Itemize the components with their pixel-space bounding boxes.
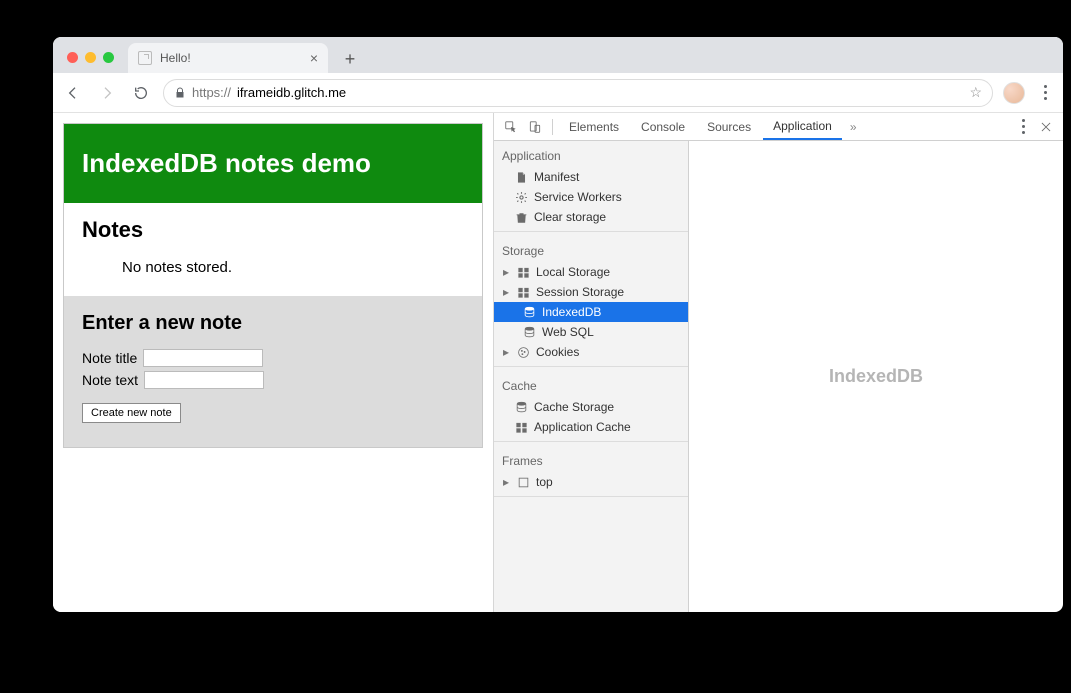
close-devtools-icon[interactable]	[1035, 116, 1057, 138]
tab-elements[interactable]: Elements	[559, 113, 629, 140]
grid-icon	[514, 420, 528, 434]
note-title-input[interactable]	[143, 349, 263, 367]
close-window-icon[interactable]	[67, 52, 78, 63]
window-controls	[61, 52, 120, 73]
sidebar-item-manifest[interactable]: Manifest	[494, 167, 688, 187]
sidebar-item-application-cache[interactable]: Application Cache	[494, 417, 688, 437]
zoom-window-icon[interactable]	[103, 52, 114, 63]
chevron-right-icon: ▸	[502, 265, 510, 279]
inspect-icon[interactable]	[500, 116, 522, 138]
devtools-menu-icon[interactable]	[1015, 119, 1031, 134]
sidebar-item-cache-storage[interactable]: Cache Storage	[494, 397, 688, 417]
minimize-window-icon[interactable]	[85, 52, 96, 63]
sidebar-item-cookies[interactable]: ▸ Cookies	[494, 342, 688, 362]
more-tabs-icon[interactable]: »	[844, 120, 863, 134]
sidebar-item-label: Application Cache	[534, 420, 631, 434]
grid-icon	[516, 285, 530, 299]
divider	[494, 366, 688, 367]
devtools-tabbar: Elements Console Sources Application »	[494, 113, 1063, 141]
tab-strip: Hello! × +	[53, 37, 1063, 73]
address-bar[interactable]: https:// iframeidb.glitch.me ☆	[163, 79, 993, 107]
application-sidebar: Application Manifest Service Workers Clear …	[494, 141, 689, 612]
db-icon	[522, 305, 536, 319]
gear-icon	[514, 190, 528, 204]
sidebar-item-clear-storage[interactable]: Clear storage	[494, 207, 688, 227]
url-protocol: https://	[192, 85, 231, 100]
notes-section: Notes No notes stored.	[64, 203, 482, 296]
sidebar-item-label: Cookies	[536, 345, 579, 359]
sidebar-item-indexeddb[interactable]: IndexedDB	[494, 302, 688, 322]
forward-button[interactable]	[95, 81, 119, 105]
new-note-form: Enter a new note Note title Note text Cr…	[64, 296, 482, 447]
db-icon	[522, 325, 536, 339]
sidebar-item-label: top	[536, 475, 553, 489]
sidebar-item-label: Manifest	[534, 170, 579, 184]
cookie-icon	[516, 345, 530, 359]
close-tab-icon[interactable]: ×	[310, 50, 318, 66]
sidebar-item-label: Service Workers	[534, 190, 622, 204]
bookmark-icon[interactable]: ☆	[969, 84, 982, 101]
reload-button[interactable]	[129, 81, 153, 105]
note-text-input[interactable]	[144, 371, 264, 389]
chevron-right-icon: ▸	[502, 285, 510, 299]
frame-icon	[516, 475, 530, 489]
note-text-label: Note text	[82, 372, 138, 388]
sidebar-item-session-storage[interactable]: ▸ Session Storage	[494, 282, 688, 302]
grid-icon	[516, 265, 530, 279]
sidebar-item-label: IndexedDB	[542, 305, 601, 319]
chevron-right-icon: ▸	[502, 475, 510, 489]
divider	[494, 496, 688, 497]
divider	[494, 441, 688, 442]
application-main: IndexedDB	[689, 141, 1063, 612]
lock-icon	[174, 87, 186, 99]
file-icon	[514, 170, 528, 184]
browser-window: Hello! × + https:// iframeidb.glitch.me ☆…	[53, 37, 1063, 612]
toolbar: https:// iframeidb.glitch.me ☆	[53, 73, 1063, 113]
webpage: IndexedDB notes demo Notes No notes stor…	[53, 113, 493, 612]
devtools-body: Application Manifest Service Workers Clear …	[494, 141, 1063, 612]
devtools-panel: Elements Console Sources Application » A…	[493, 113, 1063, 612]
sidebar-group-title: Frames	[494, 446, 688, 472]
sidebar-item-label: Session Storage	[536, 285, 624, 299]
note-title-label: Note title	[82, 350, 137, 366]
back-button[interactable]	[61, 81, 85, 105]
tab-console[interactable]: Console	[631, 113, 695, 140]
browser-tab[interactable]: Hello! ×	[128, 43, 328, 73]
content-area: IndexedDB notes demo Notes No notes stor…	[53, 113, 1063, 612]
db-icon	[514, 400, 528, 414]
tab-application[interactable]: Application	[763, 113, 842, 140]
notes-heading: Notes	[82, 217, 464, 243]
sidebar-group-title: Application	[494, 141, 688, 167]
app-card: IndexedDB notes demo Notes No notes stor…	[63, 123, 483, 448]
profile-avatar[interactable]	[1003, 82, 1025, 104]
trash-icon	[514, 210, 528, 224]
sidebar-item-label: Clear storage	[534, 210, 606, 224]
sidebar-item-local-storage[interactable]: ▸ Local Storage	[494, 262, 688, 282]
sidebar-item-label: Cache Storage	[534, 400, 614, 414]
tab-title: Hello!	[160, 51, 191, 65]
form-heading: Enter a new note	[82, 312, 464, 335]
chevron-right-icon: ▸	[502, 345, 510, 359]
sidebar-group-title: Storage	[494, 236, 688, 262]
separator	[552, 119, 553, 135]
page-title: IndexedDB notes demo	[64, 124, 482, 203]
tab-sources[interactable]: Sources	[697, 113, 761, 140]
sidebar-item-web-sql[interactable]: Web SQL	[494, 322, 688, 342]
sidebar-item-top[interactable]: ▸ top	[494, 472, 688, 492]
sidebar-item-service-workers[interactable]: Service Workers	[494, 187, 688, 207]
file-icon	[138, 51, 152, 65]
sidebar-group-title: Cache	[494, 371, 688, 397]
sidebar-item-label: Web SQL	[542, 325, 594, 339]
create-note-button[interactable]: Create new note	[82, 403, 181, 423]
device-toggle-icon[interactable]	[524, 116, 546, 138]
divider	[494, 231, 688, 232]
empty-message: No notes stored.	[82, 253, 464, 282]
url-host: iframeidb.glitch.me	[237, 85, 346, 100]
sidebar-item-label: Local Storage	[536, 265, 610, 279]
new-tab-button[interactable]: +	[336, 45, 364, 73]
browser-menu-button[interactable]	[1035, 85, 1055, 100]
